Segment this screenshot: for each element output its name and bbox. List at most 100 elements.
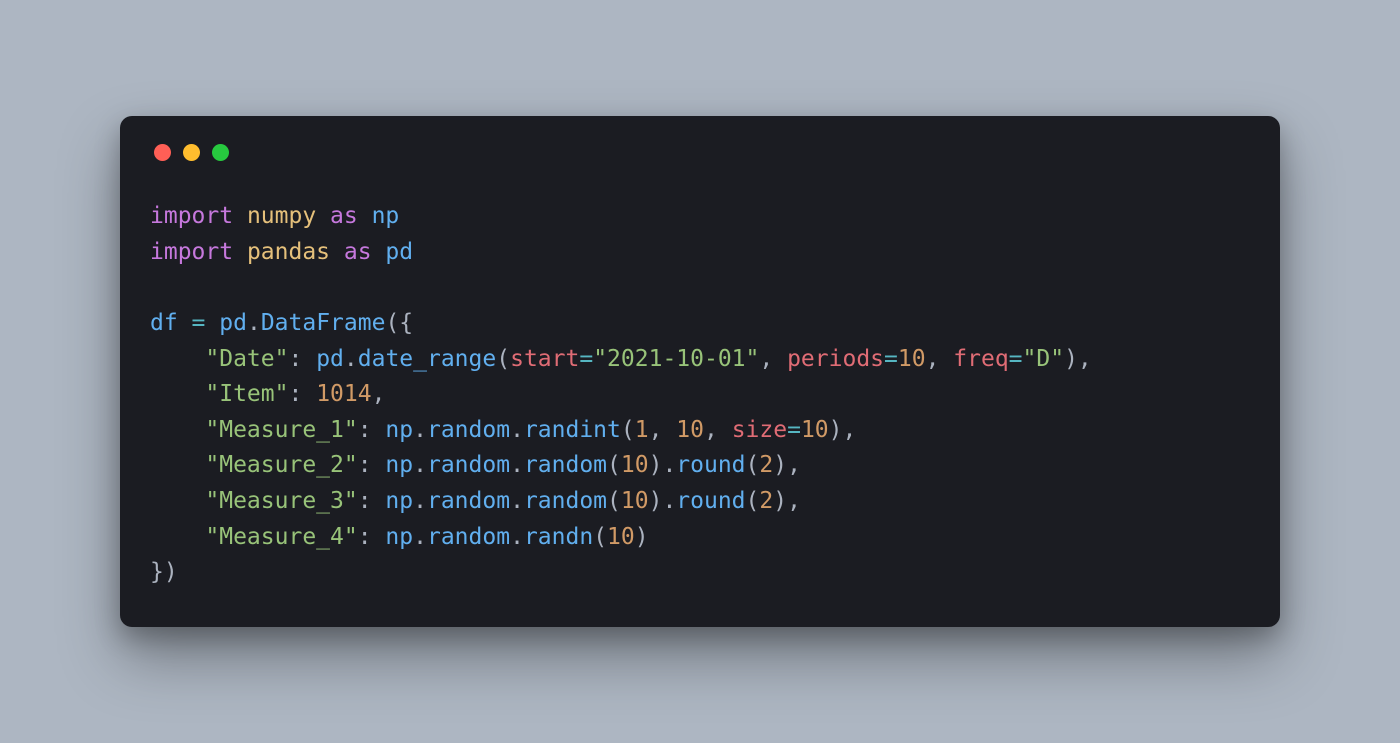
code-token: . [413, 524, 427, 550]
code-token [150, 417, 205, 443]
code-token: . [510, 524, 524, 550]
code-token: , [704, 417, 732, 443]
code-token: ) [635, 524, 649, 550]
code-token: size [732, 417, 787, 443]
code-token: round [676, 452, 745, 478]
code-token: ( [746, 452, 760, 478]
code-token: "D" [1023, 346, 1065, 372]
code-token: . [344, 346, 358, 372]
code-token: . [247, 310, 261, 336]
code-token: ), [773, 452, 801, 478]
code-token: numpy [247, 203, 330, 229]
code-token: "Measure_3" [205, 488, 357, 514]
code-token: np [385, 488, 413, 514]
code-token: random [427, 452, 510, 478]
code-token: random [427, 524, 510, 550]
code-token: ({ [385, 310, 413, 336]
code-token: , [759, 346, 787, 372]
code-token: ( [621, 417, 635, 443]
code-token: round [676, 488, 745, 514]
code-token: 2 [759, 488, 773, 514]
code-token: ( [593, 524, 607, 550]
code-token: periods [787, 346, 884, 372]
code-token: = [1009, 346, 1023, 372]
code-token: randn [524, 524, 593, 550]
code-token: "Measure_2" [205, 452, 357, 478]
code-token: . [413, 417, 427, 443]
code-token: pd [316, 346, 344, 372]
code-token: : [288, 346, 316, 372]
code-token: , [649, 417, 677, 443]
code-token: np [385, 452, 413, 478]
code-token: as [344, 239, 386, 265]
code-block: import numpy as np import pandas as pd d… [150, 199, 1250, 591]
code-token: start [510, 346, 579, 372]
code-token: 10 [621, 452, 649, 478]
code-token: np [385, 417, 413, 443]
code-token: pd [385, 239, 413, 265]
code-token: = [787, 417, 801, 443]
code-token: "Date" [205, 346, 288, 372]
code-token: = [884, 346, 898, 372]
code-token: 10 [898, 346, 926, 372]
code-token: date_range [358, 346, 496, 372]
code-token: randint [524, 417, 621, 443]
code-token: : [358, 417, 386, 443]
code-token: import [150, 239, 247, 265]
code-token: random [524, 488, 607, 514]
code-token: ), [1064, 346, 1092, 372]
code-token: 2 [759, 452, 773, 478]
code-token: 10 [621, 488, 649, 514]
code-window: import numpy as np import pandas as pd d… [120, 116, 1280, 627]
code-token: ), [829, 417, 857, 443]
maximize-icon[interactable] [212, 144, 229, 161]
close-icon[interactable] [154, 144, 171, 161]
minimize-icon[interactable] [183, 144, 200, 161]
code-token: as [330, 203, 372, 229]
code-token: ). [649, 488, 677, 514]
code-token: df [150, 310, 192, 336]
window-traffic-lights [150, 144, 1250, 161]
code-token: ( [607, 488, 621, 514]
code-token: }) [150, 559, 178, 585]
code-token: "Item" [205, 381, 288, 407]
code-token: : [358, 488, 386, 514]
code-token: = [579, 346, 593, 372]
code-token: , [926, 346, 954, 372]
code-token: = [192, 310, 220, 336]
code-token: ( [746, 488, 760, 514]
code-token: DataFrame [261, 310, 386, 336]
code-token: "Measure_1" [205, 417, 357, 443]
code-token [150, 452, 205, 478]
code-token: , [372, 381, 386, 407]
code-token: ). [649, 452, 677, 478]
code-token: 1014 [316, 381, 371, 407]
code-token: np [385, 524, 413, 550]
code-token: 10 [676, 417, 704, 443]
code-token: 10 [607, 524, 635, 550]
code-token: : [288, 381, 316, 407]
code-token: random [524, 452, 607, 478]
code-token: . [413, 488, 427, 514]
code-token: . [413, 452, 427, 478]
code-token: . [510, 488, 524, 514]
code-token [150, 524, 205, 550]
code-token: : [358, 452, 386, 478]
code-token: ( [607, 452, 621, 478]
code-token: random [427, 417, 510, 443]
code-token: pd [219, 310, 247, 336]
code-token: 10 [801, 417, 829, 443]
code-token: : [358, 524, 386, 550]
code-token: np [372, 203, 400, 229]
code-token: ( [496, 346, 510, 372]
code-token: "2021-10-01" [593, 346, 759, 372]
code-token: 1 [635, 417, 649, 443]
code-token: freq [953, 346, 1008, 372]
code-token: . [510, 417, 524, 443]
code-token: ), [773, 488, 801, 514]
code-token [150, 346, 205, 372]
code-token [150, 381, 205, 407]
code-token: import [150, 203, 247, 229]
code-token [150, 488, 205, 514]
code-token: "Measure_4" [205, 524, 357, 550]
